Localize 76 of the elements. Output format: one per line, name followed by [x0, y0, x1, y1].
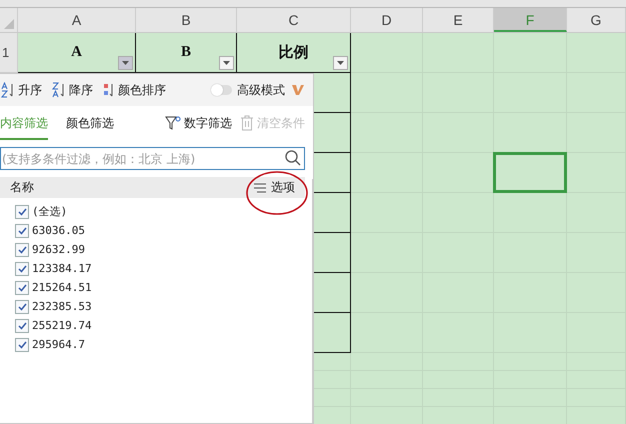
checkbox[interactable] [15, 204, 29, 218]
spreadsheet-cell[interactable] [494, 193, 567, 233]
spreadsheet-cell[interactable] [567, 153, 626, 193]
filter-tab[interactable]: 颜色筛选 [66, 106, 114, 140]
sort-ascending-icon [1, 82, 15, 98]
spreadsheet-cell[interactable] [351, 153, 423, 193]
filter-dropdown-button[interactable] [333, 56, 348, 70]
filter-value[interactable]: 63036.05 [32, 224, 85, 237]
circle-annotation [245, 170, 309, 216]
spreadsheet-cell[interactable] [351, 73, 423, 113]
sort-button[interactable]: 升序 [0, 82, 46, 98]
column-header[interactable]: B [136, 8, 237, 32]
checkmark-icon [18, 340, 26, 348]
premium-icon [291, 84, 305, 96]
spreadsheet-cell[interactable] [351, 113, 423, 153]
spreadsheet-cell[interactable] [567, 33, 626, 73]
advanced-mode-toggle[interactable]: 高级模式 [212, 82, 285, 98]
spreadsheet-cell[interactable] [351, 273, 423, 313]
checkmark-icon [18, 302, 26, 310]
column-header[interactable]: A [18, 8, 136, 32]
filter-tab[interactable]: 内容筛选 [0, 106, 48, 140]
funnel-icon [165, 115, 181, 131]
sort-button[interactable]: 降序 [48, 82, 97, 98]
filter-dropdown-button[interactable] [219, 56, 234, 70]
spreadsheet-cell[interactable] [351, 33, 423, 73]
checkbox[interactable] [15, 242, 29, 256]
checkbox[interactable] [15, 262, 29, 276]
filter-value[interactable]: 215264.51 [32, 281, 92, 294]
spreadsheet-cell[interactable] [351, 353, 423, 371]
filter-value[interactable]: 92632.99 [32, 243, 85, 256]
checkbox[interactable] [15, 280, 29, 294]
checkbox[interactable] [15, 224, 29, 238]
filter-value[interactable]: 255219.74 [32, 319, 92, 332]
number-filter-button[interactable]: 数字筛选 [163, 114, 234, 132]
checkmark-icon [18, 226, 26, 234]
column-header[interactable]: C [237, 8, 351, 32]
filter-dropdown-button[interactable] [118, 56, 133, 70]
caret-icon [122, 61, 129, 65]
checkmark-icon [18, 284, 26, 292]
checkmark-icon [18, 264, 26, 272]
sort-descending-icon [52, 82, 66, 98]
spreadsheet-cell[interactable] [567, 113, 626, 153]
caret-icon [223, 61, 230, 65]
checkmark-icon [18, 246, 26, 254]
column-title: 比例 [278, 43, 308, 62]
trash-icon [240, 115, 254, 131]
list-icon [254, 182, 266, 192]
column-title: B [180, 44, 191, 61]
row-header[interactable]: 1 [2, 45, 10, 60]
name-column-label: 名称 [10, 179, 34, 196]
search-field[interactable]: (支持多条件过滤，例如：北京 上海) [0, 147, 305, 170]
spreadsheet-cell[interactable] [351, 313, 423, 353]
spreadsheet-cell[interactable] [351, 233, 423, 273]
select-all-triangle-icon[interactable] [4, 19, 14, 29]
spreadsheet-cell[interactable] [423, 113, 494, 153]
spreadsheet-cell[interactable] [423, 33, 494, 73]
filter-value[interactable]: 123384.17 [32, 262, 92, 275]
spreadsheet-cell[interactable] [423, 193, 494, 233]
spreadsheet-cell[interactable] [494, 33, 567, 73]
column-header[interactable]: D [351, 8, 423, 32]
checkmark-icon [18, 322, 26, 330]
column-header[interactable]: G [567, 8, 626, 32]
checkbox[interactable] [15, 300, 29, 314]
checkmark-icon [18, 208, 26, 216]
filter-value[interactable]: (全选) [32, 204, 68, 219]
filter-value[interactable]: 232385.53 [32, 300, 92, 313]
column-title: A [71, 44, 82, 61]
checkbox[interactable] [15, 338, 29, 352]
filter-value[interactable]: 295964.7 [32, 338, 85, 351]
sort-button[interactable]: 颜色排序 [99, 82, 170, 98]
caret-icon [337, 61, 344, 65]
spreadsheet-cell[interactable] [351, 193, 423, 233]
spreadsheet-cell[interactable] [567, 193, 626, 233]
search-icon [285, 150, 301, 166]
color-sort-icon [103, 82, 115, 98]
checkbox[interactable] [15, 318, 29, 332]
